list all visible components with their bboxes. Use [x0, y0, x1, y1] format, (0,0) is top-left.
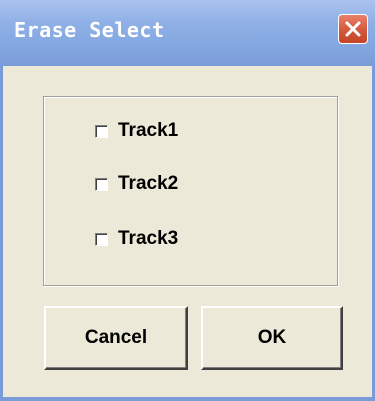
- close-icon: [344, 20, 362, 38]
- dialog-title: Erase Select: [14, 18, 165, 42]
- close-button[interactable]: [338, 14, 368, 44]
- track2-label[interactable]: Track2: [118, 173, 178, 195]
- track-option-1[interactable]: Track1: [95, 119, 178, 143]
- title-bar[interactable]: Erase Select: [0, 0, 375, 66]
- cancel-button[interactable]: Cancel: [44, 306, 188, 370]
- erase-select-dialog: Erase Select Track1 Track2 Track3 Cancel…: [0, 0, 375, 401]
- track3-label[interactable]: Track3: [118, 228, 178, 250]
- ok-button[interactable]: OK: [201, 306, 343, 370]
- track2-checkbox[interactable]: [95, 177, 108, 191]
- track-group-box: Track1 Track2 Track3: [43, 96, 338, 286]
- track1-label[interactable]: Track1: [118, 120, 178, 142]
- track3-checkbox[interactable]: [95, 232, 108, 246]
- track1-checkbox[interactable]: [95, 124, 108, 138]
- track-option-2[interactable]: Track2: [95, 172, 178, 196]
- track-option-3[interactable]: Track3: [95, 227, 178, 251]
